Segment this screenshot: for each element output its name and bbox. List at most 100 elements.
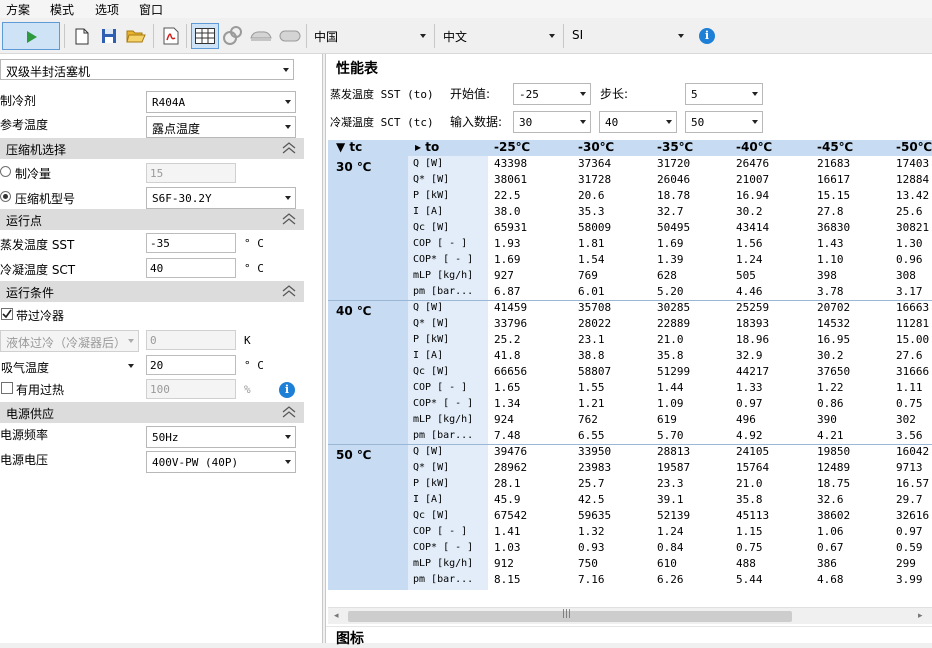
table-cell[interactable]: 9713	[896, 461, 923, 474]
column-header[interactable]: -45℃	[817, 140, 853, 154]
model-select[interactable]: S6F-30.2Y	[146, 187, 296, 209]
table-cell[interactable]: 29.7	[896, 493, 923, 506]
table-cell[interactable]: 5.70	[657, 429, 684, 442]
table-cell[interactable]: 59635	[578, 509, 611, 522]
new-file-button[interactable]	[70, 24, 94, 48]
table-cell[interactable]: 16.57	[896, 477, 929, 490]
table-cell[interactable]: 66656	[494, 365, 527, 378]
table-cell[interactable]: 505	[736, 269, 756, 282]
table-cell[interactable]: 38061	[494, 173, 527, 186]
table-cell[interactable]: 19850	[817, 445, 850, 458]
table-cell[interactable]: 398	[817, 269, 837, 282]
table-cell[interactable]: 65931	[494, 221, 527, 234]
table-cell[interactable]: 3.56	[896, 429, 923, 442]
pdf-export-button[interactable]	[159, 24, 183, 48]
table-cell[interactable]: 35.8	[657, 349, 684, 362]
table-cell[interactable]: 1.10	[817, 253, 844, 266]
open-button[interactable]	[124, 24, 148, 48]
table-cell[interactable]: 924	[494, 413, 514, 426]
compressor-type-select[interactable]: 双级半封活塞机	[0, 59, 294, 80]
table-cell[interactable]: 36830	[817, 221, 850, 234]
table-cell[interactable]: 27.6	[896, 349, 923, 362]
table-cell[interactable]: 1.22	[817, 381, 844, 394]
table-cell[interactable]: 0.75	[736, 541, 763, 554]
scroll-right-icon[interactable]: ▸	[918, 611, 923, 621]
table-cell[interactable]: 1.56	[736, 237, 763, 250]
table-cell[interactable]: 41459	[494, 301, 527, 314]
table-view-button[interactable]	[191, 23, 219, 49]
table-cell[interactable]: 299	[896, 557, 916, 570]
table-cell[interactable]: 18.78	[657, 189, 690, 202]
table-cell[interactable]: 4.46	[736, 285, 763, 298]
table-cell[interactable]: 28.1	[494, 477, 521, 490]
table-cell[interactable]: 488	[736, 557, 756, 570]
table-cell[interactable]: 35.3	[578, 205, 605, 218]
table-cell[interactable]: 25.2	[494, 333, 521, 346]
table-cell[interactable]: 1.34	[494, 397, 521, 410]
table-cell[interactable]: 8.15	[494, 573, 521, 586]
table-cell[interactable]: 33796	[494, 317, 527, 330]
table-cell[interactable]: 496	[736, 413, 756, 426]
table-cell[interactable]: 28813	[657, 445, 690, 458]
table-cell[interactable]: 16.94	[736, 189, 769, 202]
table-cell[interactable]: 21.0	[657, 333, 684, 346]
table-cell[interactable]: 14532	[817, 317, 850, 330]
table-cell[interactable]: 1.21	[578, 397, 605, 410]
table-cell[interactable]: 1.93	[494, 237, 521, 250]
table-cell[interactable]: 0.97	[736, 397, 763, 410]
table-cell[interactable]: 23983	[578, 461, 611, 474]
table-cell[interactable]: 26476	[736, 157, 769, 170]
suction-input[interactable]: 20	[146, 355, 236, 375]
table-cell[interactable]: 1.15	[736, 525, 763, 538]
table-cell[interactable]: 28962	[494, 461, 527, 474]
table-cell[interactable]: 35.8	[736, 493, 763, 506]
table-cell[interactable]: 32.9	[736, 349, 763, 362]
table-cell[interactable]: 1.55	[578, 381, 605, 394]
table-cell[interactable]: 30.2	[817, 349, 844, 362]
table-cell[interactable]: 39476	[494, 445, 527, 458]
table-cell[interactable]: 5.20	[657, 285, 684, 298]
table-cell[interactable]: 22.5	[494, 189, 521, 202]
section-conditions[interactable]: 运行条件	[0, 281, 304, 302]
step-select[interactable]: 5	[685, 83, 763, 105]
table-cell[interactable]: 42.5	[578, 493, 605, 506]
superheat-input[interactable]: 100	[146, 379, 236, 399]
subcool-type-select[interactable]: 液体过冷（冷凝器后）	[0, 330, 139, 352]
table-cell[interactable]: 750	[578, 557, 598, 570]
table-cell[interactable]: 0.96	[896, 253, 923, 266]
table-cell[interactable]: 30.2	[736, 205, 763, 218]
table-cell[interactable]: 0.93	[578, 541, 605, 554]
table-cell[interactable]: 32.6	[817, 493, 844, 506]
table-cell[interactable]: 302	[896, 413, 916, 426]
table-cell[interactable]: 6.26	[657, 573, 684, 586]
table-cell[interactable]: 67542	[494, 509, 527, 522]
table-cell[interactable]: 19587	[657, 461, 690, 474]
table-cell[interactable]: 308	[896, 269, 916, 282]
evaporator-button[interactable]	[249, 24, 273, 48]
sct-select-1[interactable]: 30	[513, 111, 591, 133]
table-cell[interactable]: 27.8	[817, 205, 844, 218]
table-cell[interactable]: 35708	[578, 301, 611, 314]
compressor-parts-button[interactable]	[221, 24, 245, 48]
table-cell[interactable]: 1.39	[657, 253, 684, 266]
table-cell[interactable]: 1.54	[578, 253, 605, 266]
table-cell[interactable]: 1.24	[736, 253, 763, 266]
table-cell[interactable]: 30821	[896, 221, 929, 234]
table-cell[interactable]: 20702	[817, 301, 850, 314]
table-cell[interactable]: 39.1	[657, 493, 684, 506]
table-cell[interactable]: 41.8	[494, 349, 521, 362]
table-cell[interactable]: 25.7	[578, 477, 605, 490]
info-icon[interactable]: i	[279, 382, 295, 398]
table-cell[interactable]: 23.1	[578, 333, 605, 346]
table-cell[interactable]: 1.69	[494, 253, 521, 266]
menu-options[interactable]: 选项	[95, 1, 119, 18]
table-cell[interactable]: 1.03	[494, 541, 521, 554]
table-cell[interactable]: 0.75	[896, 397, 923, 410]
table-cell[interactable]: 21007	[736, 173, 769, 186]
table-cell[interactable]: 21.0	[736, 477, 763, 490]
column-header[interactable]: -30℃	[578, 140, 614, 154]
table-cell[interactable]: 1.06	[817, 525, 844, 538]
table-cell[interactable]: 1.32	[578, 525, 605, 538]
table-cell[interactable]: 21683	[817, 157, 850, 170]
subcool-input[interactable]: 0	[146, 330, 236, 350]
